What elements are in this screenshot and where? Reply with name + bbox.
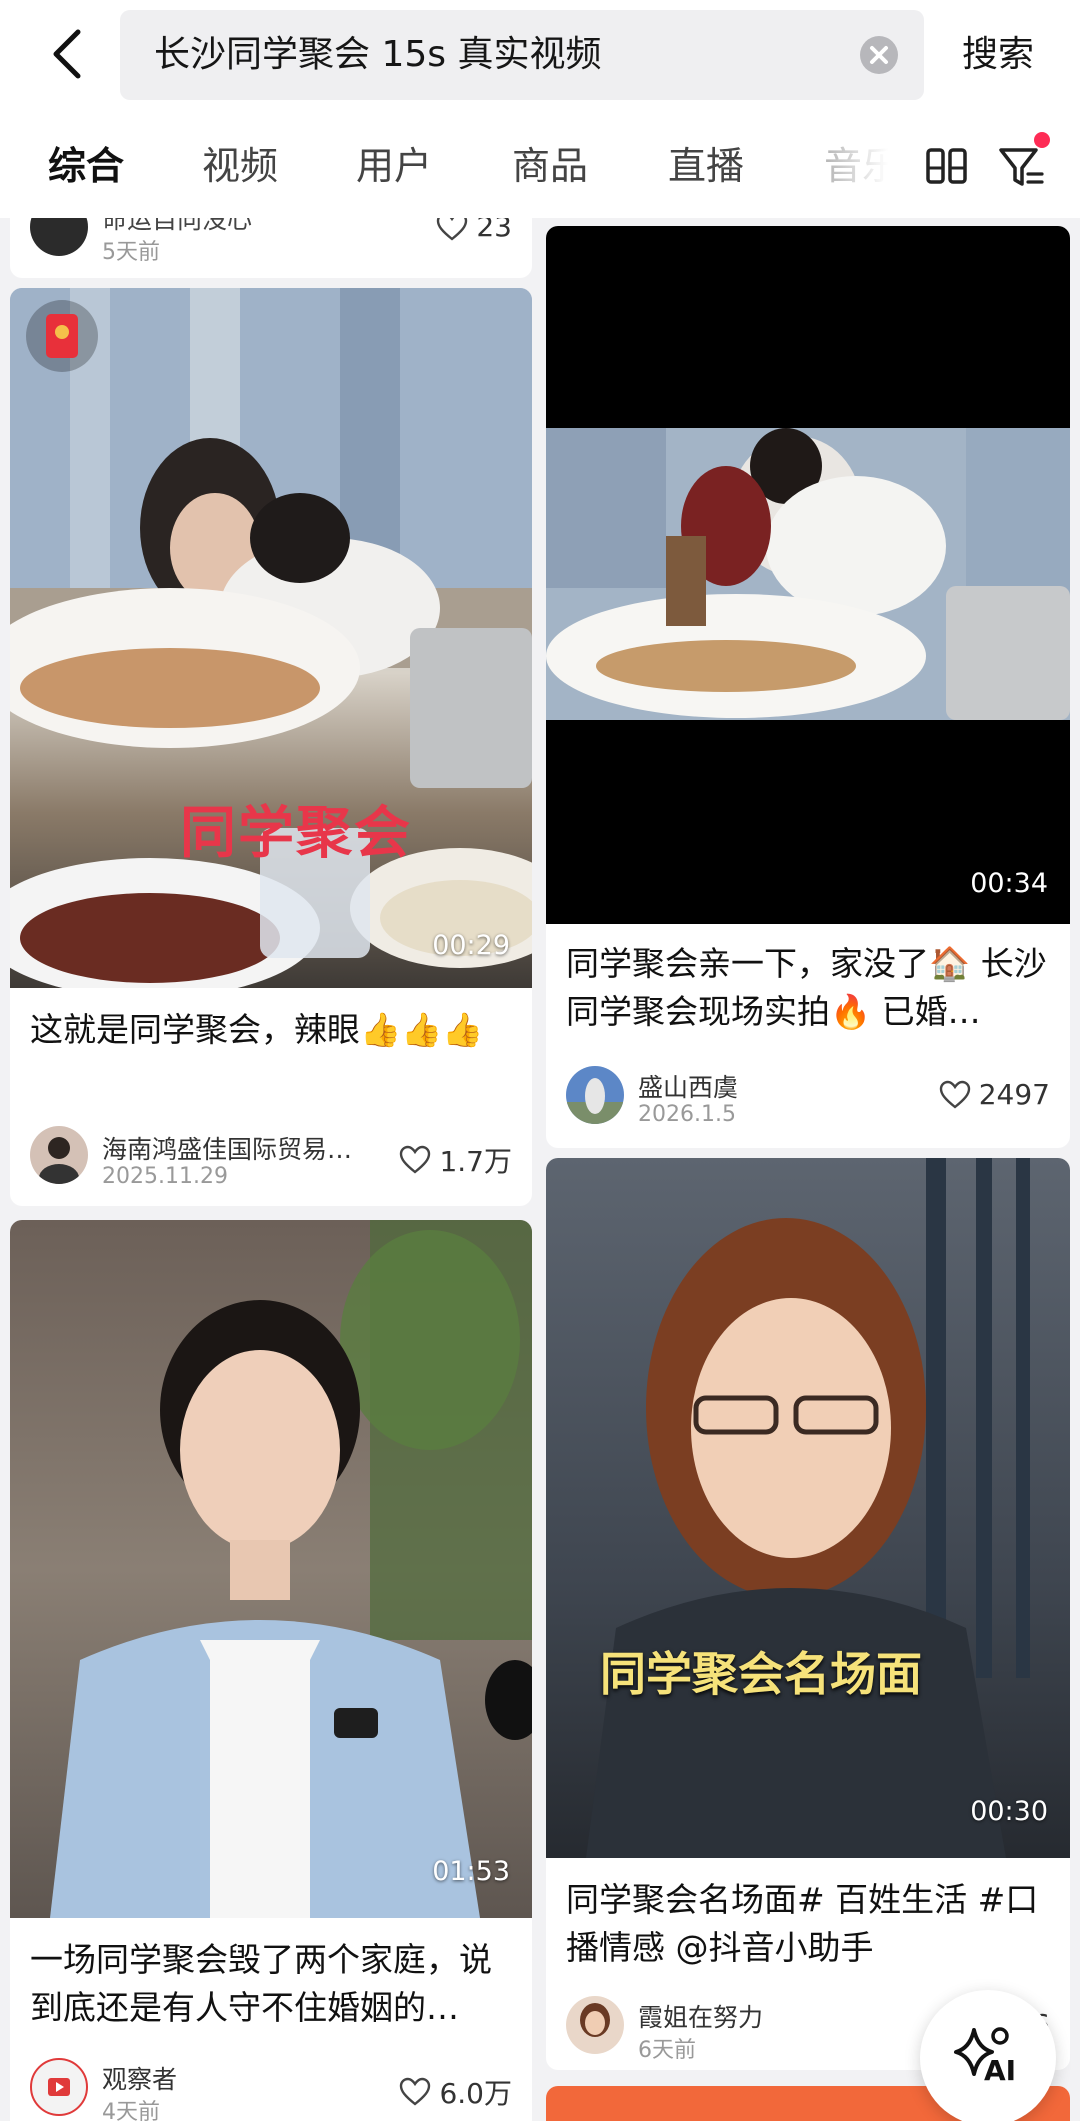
video-caption[interactable]: 一场同学聚会毁了两个家庭，说到底还是有人守不住婚姻的… xyxy=(30,1936,512,2036)
post-date: 5天前 xyxy=(102,240,160,265)
video-duration: 00:34 xyxy=(970,868,1048,899)
close-icon xyxy=(870,46,888,64)
avatar[interactable] xyxy=(566,1996,624,2054)
back-button[interactable] xyxy=(40,18,100,90)
post-date: 2026.1.5 xyxy=(638,1102,736,1127)
clear-search-button[interactable] xyxy=(860,36,898,74)
like-count-text: 1.7万 xyxy=(439,1145,512,1178)
tab-comprehensive[interactable]: 综合 xyxy=(48,126,124,206)
author-name[interactable]: 盛山西虞 xyxy=(638,1068,878,1104)
search-results-screen: 长沙同学聚会 15s 真实视频 搜索 综合 视频 用户 商品 直播 音乐 xyxy=(0,0,1080,2121)
search-button[interactable]: 搜索 xyxy=(962,0,1034,110)
avatar[interactable] xyxy=(566,1066,624,1124)
video-card[interactable]: 01:53 一场同学聚会毁了两个家庭，说到底还是有人守不住婚姻的… 观察者 4天… xyxy=(10,1220,532,2121)
like-count[interactable]: 2497 xyxy=(939,1078,1050,1111)
video-thumbnail[interactable]: 同学聚会名场面 00:30 xyxy=(546,1158,1070,1858)
post-date: 2025.11.29 xyxy=(102,1164,228,1189)
tab-live[interactable]: 直播 xyxy=(668,126,744,206)
chevron-left-icon xyxy=(53,29,81,79)
filter-icon[interactable] xyxy=(996,142,1046,192)
post-date: 4天前 xyxy=(102,2100,160,2121)
video-caption[interactable]: 同学聚会名场面# 百姓生活 #口播情感 @抖音小助手 xyxy=(566,1876,1050,1976)
layout-toggle-icon[interactable] xyxy=(924,144,970,190)
tab-products[interactable]: 商品 xyxy=(512,126,588,206)
video-duration: 00:29 xyxy=(432,930,510,961)
thumbnail-scene xyxy=(586,1158,1030,1858)
avatar-image xyxy=(48,2078,70,2096)
post-date: 6天前 xyxy=(638,2038,696,2063)
header: 长沙同学聚会 15s 真实视频 搜索 综合 视频 用户 商品 直播 音乐 xyxy=(0,0,1080,218)
thumbnail-scene xyxy=(546,428,1070,720)
heart-icon xyxy=(400,1145,431,1174)
ai-label: AI xyxy=(984,2054,1017,2087)
like-count-text: 6.0万 xyxy=(439,2077,512,2110)
video-caption[interactable]: 这就是同学聚会，辣眼👍👍👍 xyxy=(30,1006,512,1106)
video-thumbnail[interactable]: 01:53 xyxy=(10,1220,532,1918)
category-tabs: 综合 视频 用户 商品 直播 音乐 xyxy=(0,126,1080,206)
video-thumbnail[interactable]: 00:34 xyxy=(546,226,1070,924)
video-caption[interactable]: 同学聚会亲一下，家没了🏠 长沙同学聚会现场实拍🔥 已婚… xyxy=(566,940,1050,1040)
ai-assistant-button[interactable]: AI xyxy=(920,1990,1056,2121)
heart-icon xyxy=(400,2077,431,2106)
red-envelope-icon xyxy=(46,314,78,358)
tab-video[interactable]: 视频 xyxy=(202,126,278,206)
red-packet-badge[interactable] xyxy=(26,300,98,372)
search-input[interactable]: 长沙同学聚会 15s 真实视频 xyxy=(120,10,924,100)
tab-users[interactable]: 用户 xyxy=(356,126,432,206)
video-duration: 00:30 xyxy=(970,1796,1048,1827)
avatar-image xyxy=(566,1078,624,1124)
video-card[interactable]: 同学聚会 00:29 这就是同学聚会，辣眼👍👍👍 海南鸿盛佳国际贸易… 2025… xyxy=(10,288,532,1206)
filter-notification-dot xyxy=(1034,132,1050,148)
author-name[interactable]: 海南鸿盛佳国际贸易… xyxy=(102,1130,402,1166)
video-card[interactable]: 同学聚会名场面 00:30 同学聚会名场面# 百姓生活 #口播情感 @抖音小助手… xyxy=(546,1158,1070,2070)
heart-icon xyxy=(939,1080,970,1109)
search-query-text[interactable]: 长沙同学聚会 15s 真实视频 xyxy=(154,10,601,100)
avatar[interactable] xyxy=(30,1126,88,1184)
thumbnail-overlay-text: 同学聚会名场面 xyxy=(600,1647,922,1701)
tab-fade xyxy=(800,126,910,206)
like-count-text: 2497 xyxy=(978,1078,1050,1111)
video-thumbnail[interactable]: 同学聚会 00:29 xyxy=(10,288,532,988)
avatar-image xyxy=(39,1137,79,1184)
like-count[interactable]: 1.7万 xyxy=(399,1140,512,1180)
author-name[interactable]: 观察者 xyxy=(102,2060,382,2096)
thumbnail-overlay-text: 同学聚会 xyxy=(180,801,412,866)
like-count[interactable]: 6.0万 xyxy=(399,2072,512,2112)
thumbnail-scene xyxy=(50,1220,532,1918)
video-card[interactable]: 00:34 同学聚会亲一下，家没了🏠 长沙同学聚会现场实拍🔥 已婚… 盛山西虞 … xyxy=(546,226,1070,1148)
video-duration: 01:53 xyxy=(432,1856,510,1887)
author-name[interactable]: 霞姐在努力 xyxy=(638,1998,878,2034)
avatar-image xyxy=(580,2003,610,2037)
thumbnail-scene xyxy=(10,288,532,988)
avatar[interactable] xyxy=(30,2058,88,2116)
